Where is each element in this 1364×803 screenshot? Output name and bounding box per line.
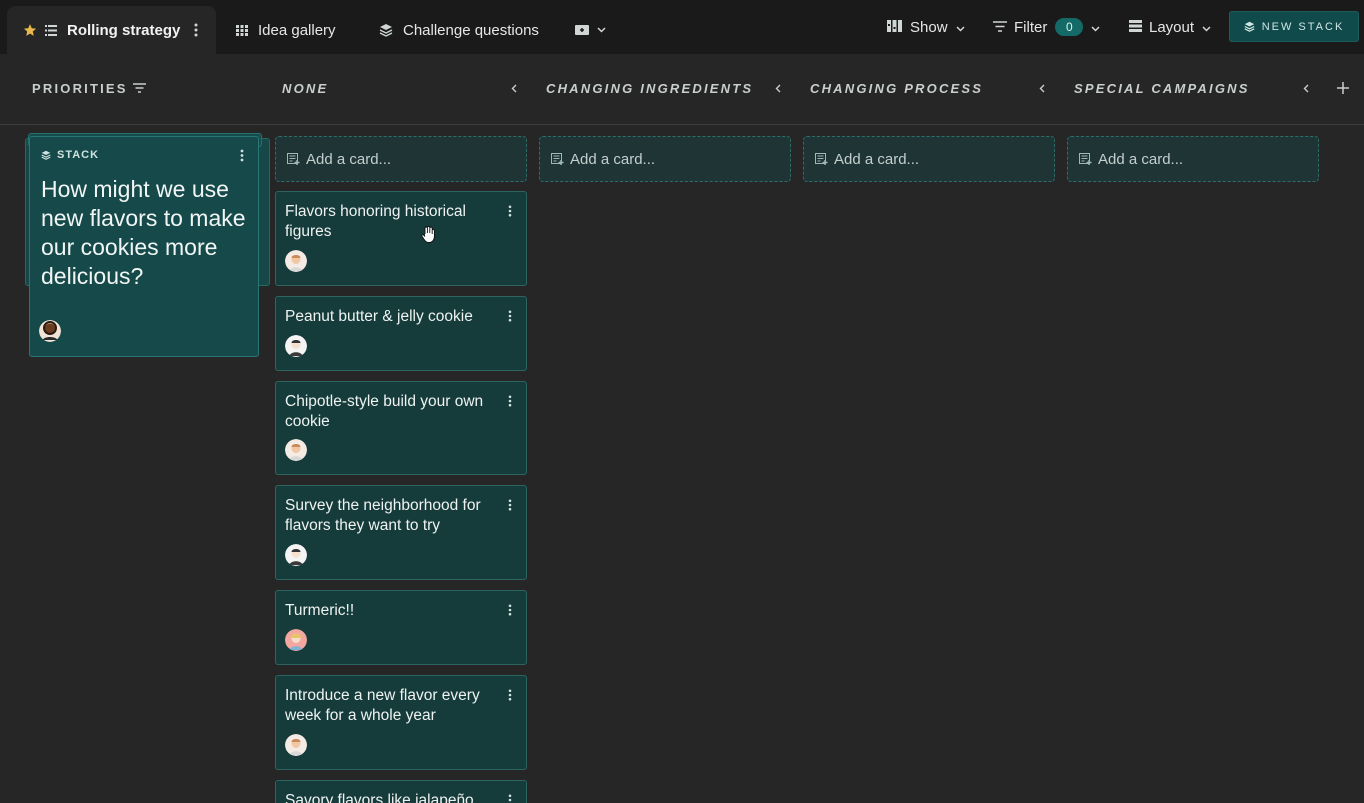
stack-label-text: STACK <box>57 149 100 161</box>
stack-icon <box>41 150 51 160</box>
card-menu-icon[interactable] <box>508 309 512 327</box>
stack-card[interactable]: STACK How might we use new flavors to ma… <box>29 136 259 357</box>
tab-idea-gallery[interactable]: Idea gallery <box>236 6 336 54</box>
tab-rolling-strategy[interactable]: Rolling strategy <box>7 6 216 54</box>
avatar <box>285 629 307 651</box>
add-card-changing-process[interactable]: Add a card... <box>803 136 1055 182</box>
tab-challenge-questions[interactable]: Challenge questions <box>379 6 539 54</box>
avatar <box>285 250 307 272</box>
add-view-icon <box>575 24 591 36</box>
card-menu-icon[interactable] <box>508 204 512 222</box>
add-card-icon <box>815 153 828 165</box>
idea-card[interactable]: Turmeric!! <box>275 590 527 665</box>
chevron-down-icon <box>956 19 965 36</box>
card-menu-icon[interactable] <box>508 603 512 621</box>
layout-icon <box>1129 19 1142 36</box>
card-title: Turmeric!! <box>285 602 355 619</box>
stack-menu-icon[interactable] <box>240 149 244 167</box>
card-menu-icon[interactable] <box>508 498 512 516</box>
card-title: Survey the neighborhood for flavors they… <box>285 497 481 534</box>
chevron-down-icon <box>1091 19 1100 36</box>
add-view-dropdown[interactable] <box>575 6 606 54</box>
avatar <box>39 320 61 342</box>
card-title: Savory flavors like jalapeño <box>285 792 474 803</box>
card-menu-icon[interactable] <box>508 394 512 412</box>
add-card-special-campaigns[interactable]: Add a card... <box>1067 136 1319 182</box>
idea-card[interactable]: Flavors honoring historical figures <box>275 191 527 286</box>
stack-question: How might we use new flavors to make our… <box>41 176 246 289</box>
add-card-changing-ingredients[interactable]: Add a card... <box>539 136 791 182</box>
card-menu-icon[interactable] <box>508 793 512 803</box>
sort-icon[interactable] <box>132 80 146 96</box>
new-stack-button[interactable]: NEW STACK <box>1229 11 1359 42</box>
columns-icon <box>887 19 902 36</box>
avatar <box>285 335 307 357</box>
collapse-column-icon[interactable] <box>1299 80 1313 96</box>
idea-card[interactable]: Savory flavors like jalapeño <box>275 780 527 803</box>
column-title-none: NONE <box>282 81 329 96</box>
list-view-icon <box>45 24 57 36</box>
add-card-label: Add a card... <box>1098 150 1184 168</box>
new-stack-label: NEW STACK <box>1261 20 1345 33</box>
card-menu-icon[interactable] <box>508 688 512 706</box>
layout-button[interactable]: Layout <box>1129 0 1211 54</box>
avatar <box>285 439 307 461</box>
column-title-changing-process: CHANGING PROCESS <box>810 81 984 96</box>
column-title-special-campaigns: SPECIAL CAMPAIGNS <box>1074 81 1250 96</box>
hand-cursor-icon <box>421 226 435 248</box>
card-title: Flavors honoring historical figures <box>285 203 466 240</box>
avatar <box>285 544 307 566</box>
card-title: Peanut butter & jelly cookie <box>285 308 473 325</box>
show-label: Show <box>910 18 948 36</box>
add-column-icon[interactable] <box>1336 80 1350 96</box>
idea-card[interactable]: Introduce a new flavor every week for a … <box>275 675 527 770</box>
stack-icon <box>1244 21 1255 32</box>
add-card-label: Add a card... <box>306 150 392 168</box>
tab-label: Challenge questions <box>403 21 539 39</box>
card-title: Chipotle-style build your own cookie <box>285 393 484 430</box>
collapse-column-icon[interactable] <box>507 80 521 96</box>
layout-label: Layout <box>1149 18 1195 36</box>
star-icon[interactable] <box>23 23 37 37</box>
add-card-label: Add a card... <box>834 150 920 168</box>
chevron-down-icon <box>597 27 606 33</box>
stack-label: STACK <box>41 149 247 161</box>
filter-icon <box>993 19 1007 36</box>
idea-card[interactable]: Survey the neighborhood for flavors they… <box>275 485 527 580</box>
tab-label: Rolling strategy <box>67 21 181 39</box>
grid-icon <box>236 24 248 36</box>
add-card-icon <box>1079 153 1092 165</box>
tab-menu-icon[interactable] <box>194 23 198 37</box>
card-title: Introduce a new flavor every week for a … <box>285 687 480 724</box>
collapse-column-icon[interactable] <box>1035 80 1049 96</box>
layers-icon <box>379 23 393 37</box>
filter-button[interactable]: Filter 0 <box>993 0 1100 54</box>
avatar <box>285 734 307 756</box>
tab-label: Idea gallery <box>258 21 336 39</box>
idea-card[interactable]: Peanut butter & jelly cookie <box>275 296 527 371</box>
add-card-label: Add a card... <box>570 150 656 168</box>
filter-label: Filter <box>1014 18 1048 36</box>
chevron-down-icon <box>1202 19 1211 36</box>
idea-card[interactable]: Chipotle-style build your own cookie <box>275 381 527 475</box>
add-card-icon <box>287 153 300 165</box>
show-button[interactable]: Show <box>887 0 965 54</box>
collapse-column-icon[interactable] <box>771 80 785 96</box>
column-title-changing-ingredients: CHANGING INGREDIENTS <box>546 81 754 96</box>
add-card-icon <box>551 153 564 165</box>
priorities-header: PRIORITIES <box>32 81 128 96</box>
top-bar: Rolling strategy Idea gallery Challenge … <box>0 0 1364 54</box>
add-card-none[interactable]: Add a card... <box>275 136 527 182</box>
filter-count-badge: 0 <box>1055 18 1084 36</box>
